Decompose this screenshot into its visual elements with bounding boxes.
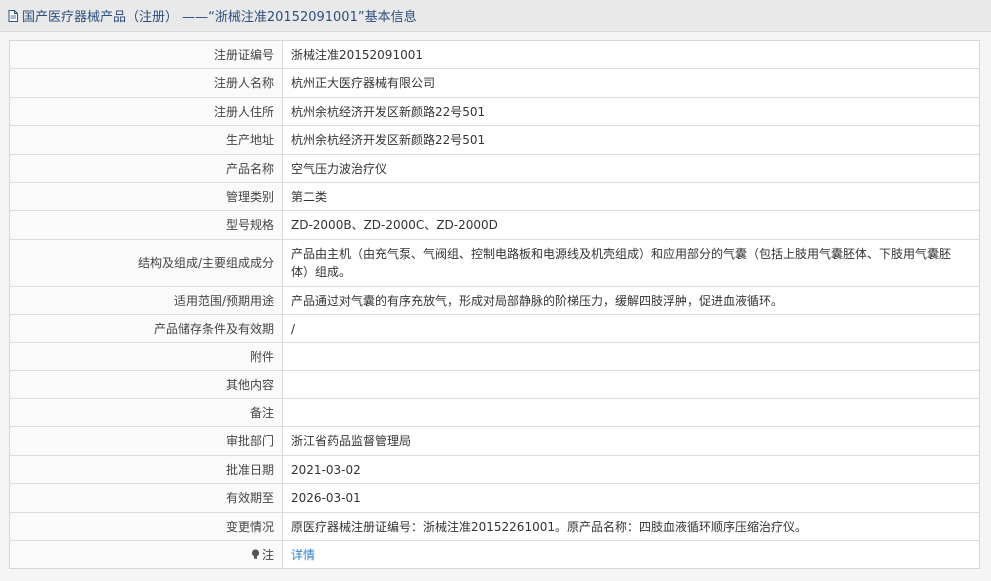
- table-row: 生产地址 杭州余杭经济开发区新颜路22号501: [10, 125, 979, 155]
- info-panel: 注册证编号 浙械注准20152091001 注册人名称 杭州正大医疗器械有限公司…: [9, 40, 980, 569]
- row-label: 注册人名称: [10, 68, 283, 98]
- row-label: 注: [10, 540, 283, 568]
- page-title: 国产医疗器械产品（注册） ——“浙械注准20152091001”基本信息: [22, 10, 417, 25]
- table-row: 适用范围/预期用途 产品通过对气囊的有序充放气，形成对局部静脉的阶梯压力，缓解四…: [10, 286, 979, 315]
- details-link[interactable]: 详情: [291, 548, 315, 562]
- row-value: [282, 398, 979, 427]
- table-row: 注 详情: [10, 540, 980, 569]
- table-row: 审批部门 浙江省药品监督管理局: [10, 426, 979, 456]
- row-value: 2026-03-01: [282, 483, 979, 513]
- table-row: 产品名称 空气压力波治疗仪: [10, 154, 979, 183]
- table-row: 产品储存条件及有效期 /: [10, 314, 979, 343]
- table-row: 附件: [10, 342, 979, 371]
- table-row: 注册人名称 杭州正大医疗器械有限公司: [10, 68, 979, 98]
- row-value: 产品通过对气囊的有序充放气，形成对局部静脉的阶梯压力，缓解四肢浮肿，促进血液循环…: [282, 286, 979, 315]
- row-value: 浙江省药品监督管理局: [282, 426, 979, 456]
- row-label: 批准日期: [10, 455, 283, 484]
- page-header: 国产医疗器械产品（注册） ——“浙械注准20152091001”基本信息: [0, 0, 991, 32]
- row-value: 杭州正大医疗器械有限公司: [282, 68, 979, 98]
- row-value: 2021-03-02: [282, 455, 979, 484]
- row-label: 注册人住所: [10, 97, 283, 126]
- table-row: 变更情况 原医疗器械注册证编号：浙械注准20152261001。原产品名称：四肢…: [10, 512, 979, 541]
- row-label: 结构及组成/主要组成成分: [10, 239, 283, 287]
- note-label: 注: [261, 547, 274, 562]
- table-row: 注册证编号 浙械注准20152091001: [10, 41, 979, 69]
- row-value: 原医疗器械注册证编号：浙械注准20152261001。原产品名称：四肢血液循环顺…: [282, 512, 979, 541]
- row-label: 其他内容: [10, 370, 283, 399]
- row-value: 产品由主机（由充气泵、气阀组、控制电路板和电源线及机壳组成）和应用部分的气囊（包…: [282, 239, 979, 287]
- lightbulb-icon: [251, 547, 260, 559]
- table-row: 其他内容: [10, 370, 979, 399]
- row-value: 杭州余杭经济开发区新颜路22号501: [282, 125, 979, 155]
- table-row: 批准日期 2021-03-02: [10, 455, 979, 484]
- info-table: 注册证编号 浙械注准20152091001 注册人名称 杭州正大医疗器械有限公司…: [10, 41, 979, 568]
- row-label: 变更情况: [10, 512, 283, 541]
- row-label: 产品储存条件及有效期: [10, 314, 283, 343]
- document-icon: [8, 9, 18, 22]
- row-label: 备注: [10, 398, 283, 427]
- row-label: 生产地址: [10, 125, 283, 155]
- table-row: 型号规格 ZD-2000B、ZD-2000C、ZD-2000D: [10, 210, 979, 240]
- row-label: 有效期至: [10, 483, 283, 513]
- row-value: [282, 370, 979, 399]
- table-row: 有效期至 2026-03-01: [10, 483, 979, 513]
- table-row: 备注: [10, 398, 979, 427]
- row-value: /: [282, 314, 979, 343]
- row-value: ZD-2000B、ZD-2000C、ZD-2000D: [282, 210, 979, 240]
- row-value: 杭州余杭经济开发区新颜路22号501: [282, 97, 979, 126]
- row-label: 适用范围/预期用途: [10, 286, 283, 315]
- row-value: [282, 342, 979, 371]
- table-row: 注册人住所 杭州余杭经济开发区新颜路22号501: [10, 97, 979, 126]
- row-value: 浙械注准20152091001: [282, 41, 979, 69]
- row-label: 管理类别: [10, 182, 283, 211]
- table-row: 管理类别 第二类: [10, 182, 979, 211]
- row-value: 第二类: [282, 182, 979, 211]
- row-value: 空气压力波治疗仪: [282, 154, 979, 183]
- table-row: 结构及组成/主要组成成分 产品由主机（由充气泵、气阀组、控制电路板和电源线及机壳…: [10, 239, 979, 287]
- row-label: 产品名称: [10, 154, 283, 183]
- row-value: 详情: [283, 541, 980, 569]
- row-label: 审批部门: [10, 426, 283, 456]
- row-label: 型号规格: [10, 210, 283, 240]
- row-label: 注册证编号: [10, 41, 283, 69]
- row-label: 附件: [10, 342, 283, 371]
